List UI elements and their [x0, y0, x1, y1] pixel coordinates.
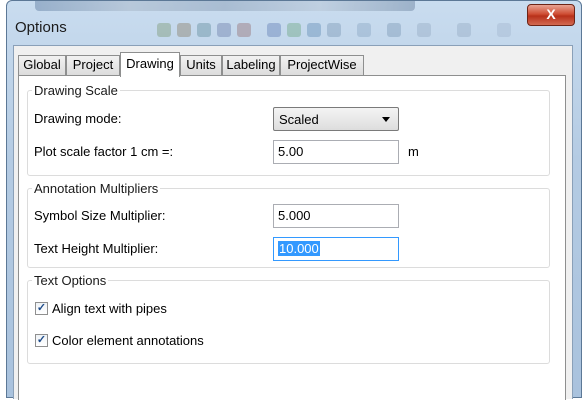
- text-options-group: Text Options ✓ Align text with pipes ✓ C…: [27, 273, 550, 364]
- annotation-multipliers-group: Annotation Multipliers Symbol Size Multi…: [27, 181, 550, 268]
- checkmark-icon: ✓: [36, 334, 47, 346]
- symbol-size-input[interactable]: 5.000: [273, 204, 399, 228]
- align-text-checkbox[interactable]: ✓: [35, 302, 48, 315]
- tab-units[interactable]: Units: [180, 55, 222, 75]
- text-options-title: Text Options: [32, 273, 109, 288]
- close-button[interactable]: X: [527, 4, 575, 26]
- plot-scale-input[interactable]: 5.00: [273, 140, 399, 164]
- plot-scale-unit: m: [408, 144, 419, 159]
- drawing-mode-select[interactable]: Scaled: [273, 107, 399, 131]
- color-annotations-label[interactable]: Color element annotations: [52, 333, 204, 348]
- tab-projectwise[interactable]: ProjectWise: [280, 55, 364, 75]
- text-height-label: Text Height Multiplier:: [34, 241, 159, 256]
- chevron-down-icon: [382, 117, 390, 122]
- symbol-size-label: Symbol Size Multiplier:: [34, 208, 166, 223]
- checkmark-icon: ✓: [36, 302, 47, 314]
- window-title: Options: [15, 19, 67, 36]
- drawing-scale-group: Drawing Scale Drawing mode: Scaled Plot …: [27, 83, 550, 176]
- drawing-mode-label: Drawing mode:: [34, 111, 122, 126]
- drawing-scale-title: Drawing Scale: [32, 83, 120, 98]
- tab-global[interactable]: Global: [18, 55, 66, 75]
- plot-scale-label: Plot scale factor 1 cm =:: [34, 144, 174, 159]
- title-bar[interactable]: Options X: [7, 1, 581, 45]
- align-text-label[interactable]: Align text with pipes: [52, 301, 167, 316]
- background-toolbar-icons: [157, 23, 557, 39]
- text-height-input[interactable]: 10.000: [273, 237, 399, 261]
- tab-labeling[interactable]: Labeling: [222, 55, 280, 75]
- tab-project[interactable]: Project: [66, 55, 120, 75]
- drawing-mode-value: Scaled: [279, 112, 319, 127]
- background-toolbar: [35, 1, 415, 11]
- drawing-tab-panel: Drawing Scale Drawing mode: Scaled Plot …: [18, 75, 566, 400]
- dialog-client-area: Global Project Drawing Units Labeling Pr…: [13, 45, 573, 400]
- annotation-multipliers-title: Annotation Multipliers: [32, 181, 161, 196]
- color-annotations-checkbox[interactable]: ✓: [35, 334, 48, 347]
- close-icon: X: [546, 6, 556, 22]
- options-dialog: Options X Global Project Drawing Units L…: [6, 0, 582, 400]
- tab-drawing[interactable]: Drawing: [120, 52, 180, 77]
- text-height-selected-value: 10.000: [278, 241, 320, 256]
